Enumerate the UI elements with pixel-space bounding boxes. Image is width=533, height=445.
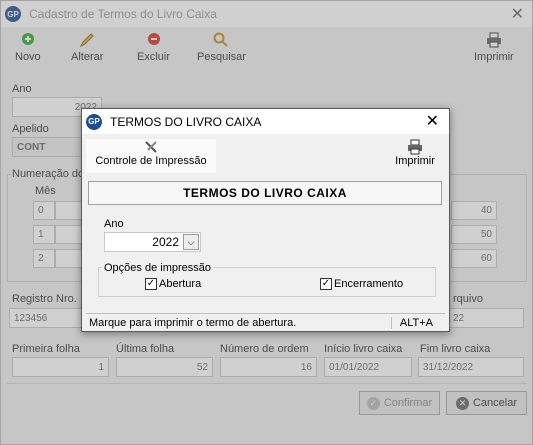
tab-label: Controle de Impressão bbox=[95, 155, 207, 167]
dialog-close-button[interactable]: ✕ bbox=[426, 111, 439, 131]
status-shortcut: ALT+A bbox=[390, 316, 445, 329]
dialog-banner: TERMOS DO LIVRO CAIXA bbox=[88, 181, 442, 205]
printer-icon bbox=[408, 139, 422, 155]
status-bar: Marque para imprimir o termo de abertura… bbox=[86, 313, 445, 331]
check-icon: ✓ bbox=[320, 278, 332, 290]
opcoes-label: Opções de impressão bbox=[102, 262, 213, 274]
dialog-title: TERMOS DO LIVRO CAIXA bbox=[110, 114, 262, 129]
chevron-down-icon[interactable]: ⌵ bbox=[183, 234, 199, 250]
app-icon: GP bbox=[86, 113, 102, 130]
dialog-title-bar: GP TERMOS DO LIVRO CAIXA bbox=[82, 109, 449, 134]
dialog-imprimir-label: Imprimir bbox=[395, 155, 435, 167]
tools-icon bbox=[145, 141, 157, 153]
tab-controle-impressao[interactable]: Controle de Impressão bbox=[86, 139, 216, 173]
dialog-ano-select[interactable]: 2022 ⌵ bbox=[104, 232, 201, 252]
dialog-ano-value: 2022 bbox=[152, 235, 179, 249]
termos-dialog: GP TERMOS DO LIVRO CAIXA ✕ Controle de I… bbox=[81, 108, 450, 332]
dialog-ano-label: Ano bbox=[104, 218, 124, 230]
check-icon: ✓ bbox=[145, 278, 157, 290]
dialog-imprimir-button[interactable]: Imprimir bbox=[390, 139, 440, 167]
abertura-checkbox[interactable]: ✓ Abertura bbox=[145, 278, 201, 290]
status-text: Marque para imprimir o termo de abertura… bbox=[89, 316, 297, 329]
encerramento-checkbox[interactable]: ✓ Encerramento bbox=[320, 278, 403, 290]
abertura-label: Abertura bbox=[159, 278, 202, 290]
encerramento-label: Encerramento bbox=[334, 278, 404, 290]
